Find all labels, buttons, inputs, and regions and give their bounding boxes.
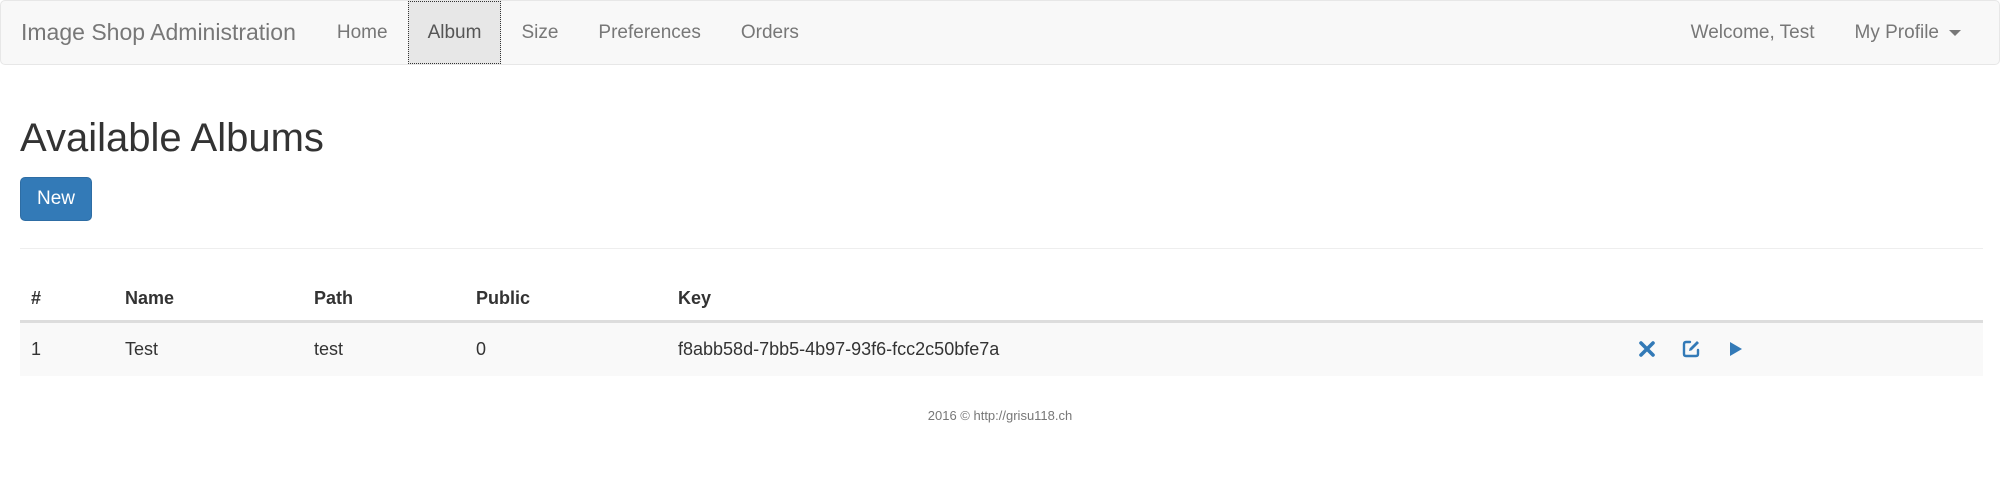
- brand-link[interactable]: Image Shop Administration: [1, 1, 316, 64]
- delete-icon[interactable]: [1636, 338, 1658, 360]
- edit-icon[interactable]: [1680, 338, 1702, 360]
- profile-dropdown[interactable]: My Profile: [1835, 1, 1981, 64]
- header-actions: [1611, 277, 1983, 323]
- page-title: Available Albums: [20, 116, 324, 160]
- header-name: Name: [114, 277, 303, 323]
- cell-name: Test: [114, 321, 303, 376]
- main-content: Available Albums New # Name Path Public …: [20, 65, 1983, 376]
- albums-table: # Name Path Public Key 1 Test test 0 f8a…: [20, 277, 1983, 376]
- footer-text: 2016 © http://grisu118.ch: [927, 408, 1073, 423]
- table-row: 1 Test test 0 f8abb58d-7bb5-4b97-93f6-fc…: [20, 321, 1983, 376]
- cell-key: f8abb58d-7bb5-4b97-93f6-fcc2c50bfe7a: [667, 321, 1611, 376]
- nav-preferences[interactable]: Preferences: [578, 1, 720, 64]
- user-nav: Welcome, Test My Profile: [1671, 1, 1999, 64]
- new-album-button[interactable]: New: [20, 177, 92, 221]
- cell-actions: [1611, 321, 1983, 376]
- nav-orders[interactable]: Orders: [721, 1, 819, 64]
- caret-down-icon: [1949, 29, 1961, 36]
- nav-size[interactable]: Size: [501, 1, 578, 64]
- table-header-row: # Name Path Public Key: [20, 277, 1983, 323]
- nav-home[interactable]: Home: [317, 1, 408, 64]
- top-navbar: Image Shop Administration Home Album Siz…: [0, 0, 2000, 65]
- nav-album[interactable]: Album: [407, 1, 502, 64]
- welcome-link[interactable]: Welcome, Test: [1671, 1, 1835, 64]
- play-icon[interactable]: [1724, 338, 1746, 360]
- header-num: #: [20, 277, 114, 323]
- cell-path: test: [303, 321, 465, 376]
- header-path: Path: [303, 277, 465, 323]
- cell-num: 1: [20, 321, 114, 376]
- divider: [20, 248, 1983, 249]
- header-key: Key: [667, 277, 1611, 323]
- main-nav: Home Album Size Preferences Orders: [317, 1, 819, 64]
- profile-label: My Profile: [1854, 21, 1939, 43]
- header-public: Public: [465, 277, 667, 323]
- cell-public: 0: [465, 321, 667, 376]
